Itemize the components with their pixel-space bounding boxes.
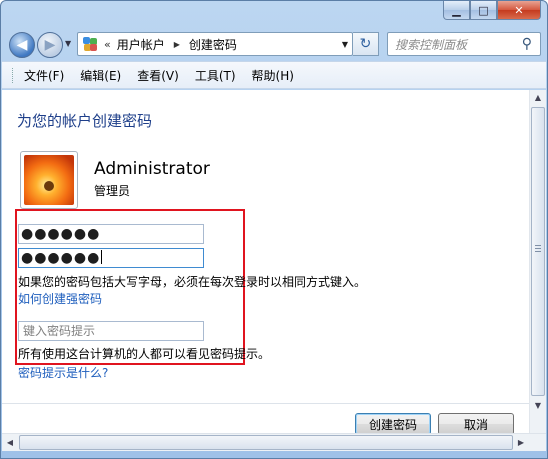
menu-file[interactable]: 文件(F) bbox=[24, 67, 64, 84]
user-name: Administrator bbox=[94, 159, 210, 179]
forward-arrow-icon: ▶ bbox=[44, 37, 56, 53]
avatar bbox=[20, 151, 78, 209]
user-role: 管理员 bbox=[94, 184, 131, 198]
new-password-field[interactable]: ●●●●●● bbox=[18, 224, 204, 244]
back-button[interactable]: ◀ bbox=[9, 32, 35, 58]
address-dropdown-icon[interactable]: ▼ bbox=[342, 40, 348, 49]
scroll-down-icon[interactable]: ▼ bbox=[530, 398, 546, 414]
menu-tools[interactable]: 工具(T) bbox=[195, 67, 236, 84]
cancel-button[interactable]: 取消 bbox=[438, 413, 514, 435]
menu-help[interactable]: 帮助(H) bbox=[252, 67, 294, 84]
horizontal-scroll-thumb[interactable] bbox=[19, 435, 513, 450]
breadcrumb-overflow-icon[interactable]: « bbox=[104, 38, 111, 51]
vertical-scrollbar[interactable]: ▲ ▼ bbox=[529, 90, 546, 433]
content-pane: 为您的帐户创建密码 Administrator 管理员 ●●●●●● ●●●●●… bbox=[2, 90, 546, 435]
vertical-scroll-thumb[interactable] bbox=[531, 107, 545, 396]
scroll-up-icon[interactable]: ▲ bbox=[530, 90, 546, 106]
refresh-button[interactable]: ↻ bbox=[353, 32, 379, 56]
address-bar[interactable]: « 用户帐户 ▶ 创建密码 ▼ bbox=[77, 32, 353, 56]
strong-password-link[interactable]: 如何创建强密码 bbox=[18, 290, 102, 307]
scroll-left-icon[interactable]: ◀ bbox=[2, 434, 18, 451]
text-caret bbox=[101, 250, 103, 264]
user-accounts-icon bbox=[82, 36, 98, 52]
new-password-value: ●●●●●● bbox=[21, 226, 101, 242]
password-hint-field[interactable]: 键入密码提示 bbox=[18, 321, 204, 341]
password-hint-placeholder: 键入密码提示 bbox=[23, 324, 96, 338]
search-icon[interactable]: ⚲ bbox=[522, 36, 532, 52]
search-placeholder: 搜索控制面板 bbox=[395, 37, 468, 52]
create-password-button[interactable]: 创建密码 bbox=[355, 413, 431, 435]
search-input[interactable]: 搜索控制面板 ⚲ bbox=[387, 32, 541, 56]
confirm-password-value: ●●●●●● bbox=[21, 250, 101, 266]
flower-avatar-icon bbox=[24, 155, 74, 205]
what-is-hint-link[interactable]: 密码提示是什么? bbox=[18, 364, 108, 381]
breadcrumb-separator-icon[interactable]: ▶ bbox=[174, 40, 180, 49]
breadcrumb-create-password[interactable]: 创建密码 bbox=[189, 36, 237, 53]
back-arrow-icon: ◀ bbox=[16, 37, 28, 53]
horizontal-scrollbar[interactable]: ◀ ▶ bbox=[2, 433, 546, 451]
caption-buttons: ▁ □ ✕ bbox=[443, 1, 541, 20]
confirm-password-field[interactable]: ●●●●●● bbox=[18, 248, 204, 268]
breadcrumb-user-accounts[interactable]: 用户帐户 bbox=[117, 36, 165, 53]
scroll-right-icon[interactable]: ▶ bbox=[513, 434, 529, 451]
menu-grip bbox=[12, 68, 15, 83]
menu-view[interactable]: 查看(V) bbox=[137, 67, 179, 84]
divider bbox=[2, 403, 529, 404]
refresh-icon: ↻ bbox=[359, 36, 372, 52]
hint-visibility-note: 所有使用这台计算机的人都可以看见密码提示。 bbox=[18, 347, 271, 361]
forward-button[interactable]: ▶ bbox=[37, 32, 63, 58]
maximize-button[interactable]: □ bbox=[470, 1, 497, 20]
window: ▁ □ ✕ ◀ ▶ ▼ « 用户帐户 ▶ 创建密码 ▼ ↻ 搜索控制面板 ⚲ 文… bbox=[0, 0, 548, 459]
close-button[interactable]: ✕ bbox=[497, 1, 541, 20]
scroll-corner bbox=[529, 434, 546, 451]
page-title: 为您的帐户创建密码 bbox=[17, 112, 153, 130]
minimize-button[interactable]: ▁ bbox=[443, 1, 470, 20]
menu-edit[interactable]: 编辑(E) bbox=[80, 67, 121, 84]
menu-bar: 文件(F) 编辑(E) 查看(V) 工具(T) 帮助(H) bbox=[2, 61, 546, 89]
caps-lock-note: 如果您的密码包括大写字母，必须在每次登录时以相同方式键入。 bbox=[18, 275, 367, 289]
recent-pages-dropdown[interactable]: ▼ bbox=[65, 39, 71, 48]
